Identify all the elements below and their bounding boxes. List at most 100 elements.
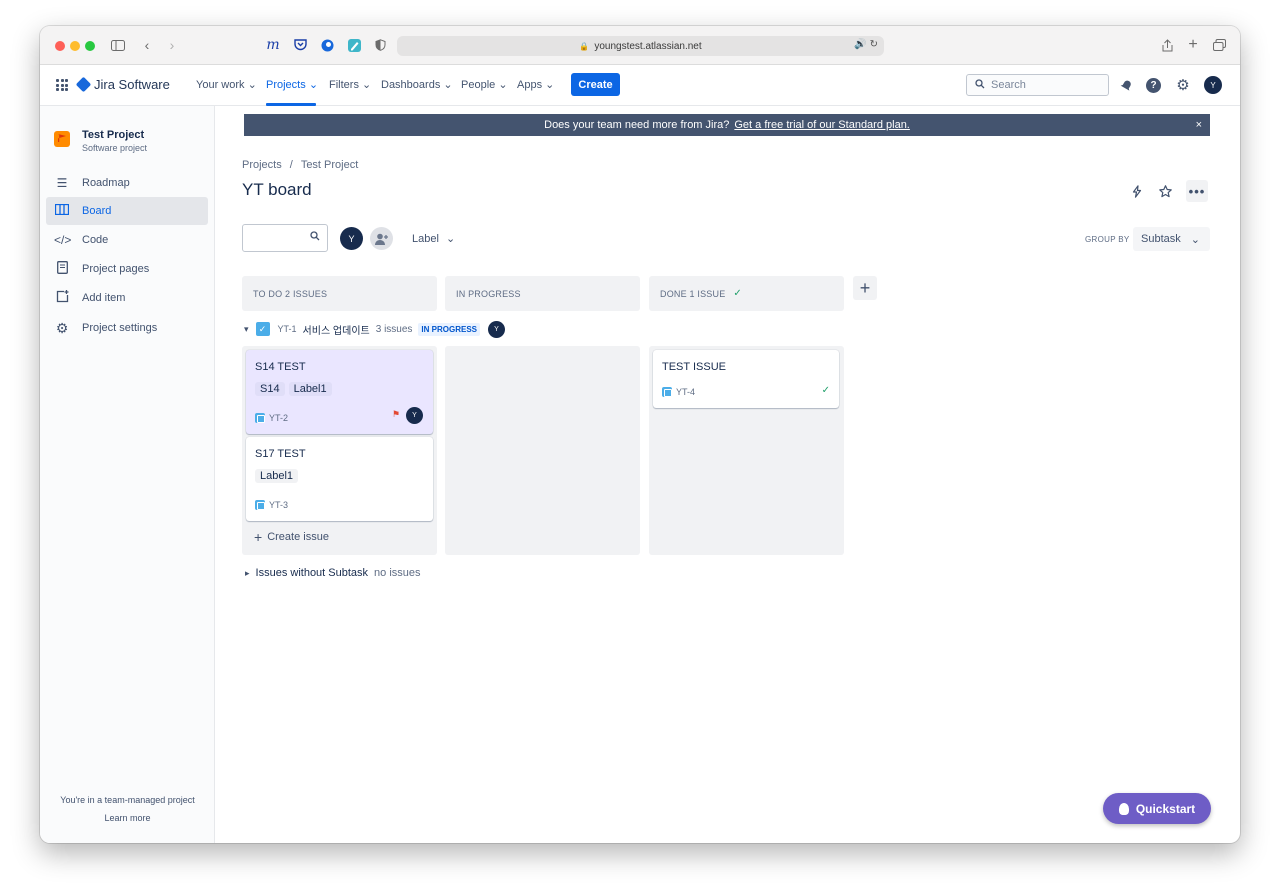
label-filter-text: Label [412, 233, 439, 245]
issue-title: S14 TEST [255, 361, 306, 373]
pocket-icon[interactable] [292, 36, 308, 54]
banner-text: Does your team need more from Jira? [544, 119, 730, 131]
nav-your-work[interactable]: Your work ⌄ [196, 78, 257, 91]
board-search-input[interactable] [242, 224, 328, 252]
assignee-filter-avatar[interactable]: Y [340, 227, 363, 250]
sidebar-item-roadmap[interactable]: ☰ Roadmap [46, 169, 208, 197]
more-actions-icon[interactable]: ••• [1186, 180, 1208, 202]
pages-icon [54, 261, 70, 277]
issue-card[interactable]: S17 TEST Label1 YT-3 [246, 437, 433, 521]
create-issue-button[interactable]: + Create issue [254, 529, 329, 545]
extension-globe-icon[interactable] [319, 36, 335, 54]
zoom-window-button[interactable] [85, 41, 95, 51]
add-people-icon[interactable] [370, 227, 393, 250]
nav-people-label: People [461, 79, 496, 91]
sidebar-item-project-settings[interactable]: ⚙ Project settings [46, 314, 208, 342]
nav-your-work-label: Your work [196, 79, 245, 91]
notifications-icon[interactable] [1117, 76, 1135, 94]
sidebar-item-code[interactable]: </> Code [46, 226, 208, 254]
swimlane-header[interactable]: ▾ ✓ YT-1 서비스 업데이트 3 issues IN PROGRESS Y [244, 320, 505, 338]
forward-icon[interactable]: › [165, 36, 179, 54]
breadcrumb: Projects / Test Project [242, 159, 358, 171]
project-sidebar: Test Project Software project ☰ Roadmap … [40, 106, 215, 843]
close-window-button[interactable] [55, 41, 65, 51]
user-avatar[interactable]: Y [1204, 76, 1222, 94]
extension-m-icon[interactable]: m [265, 36, 281, 54]
nav-people[interactable]: People ⌄ [461, 78, 508, 91]
subtask-icon [255, 500, 265, 510]
parent-issue-key[interactable]: YT-1 [278, 324, 297, 334]
share-icon[interactable] [1160, 36, 1174, 54]
add-item-icon [54, 290, 70, 306]
quickstart-button[interactable]: Quickstart [1103, 793, 1211, 824]
breadcrumb-separator: / [289, 159, 293, 171]
chevron-right-icon[interactable]: ▸ [245, 568, 250, 579]
project-name[interactable]: Test Project [82, 129, 144, 141]
privacy-shield-icon[interactable] [372, 36, 388, 54]
issue-footer: YT-4 [662, 387, 695, 397]
sidebar-item-board[interactable]: Board [46, 197, 208, 225]
issue-footer: YT-2 [255, 413, 288, 423]
minimize-window-button[interactable] [70, 41, 80, 51]
extension-edit-icon[interactable] [346, 36, 362, 54]
issue-title: S17 TEST [255, 448, 306, 460]
nav-projects[interactable]: Projects ⌄ [266, 78, 318, 91]
column-header-in-progress[interactable]: IN PROGRESS [445, 276, 640, 311]
create-button[interactable]: Create [571, 73, 620, 96]
app-switcher-icon[interactable] [56, 79, 68, 91]
nav-filters[interactable]: Filters ⌄ [329, 78, 371, 91]
column-header-todo[interactable]: TO DO 2 ISSUES [242, 276, 437, 311]
nav-dashboards[interactable]: Dashboards ⌄ [381, 78, 453, 91]
jira-logo-icon [75, 76, 92, 93]
label-filter-dropdown[interactable]: Label ⌄ [412, 232, 455, 245]
issue-label: Label1 [288, 382, 332, 396]
task-type-icon: ✓ [255, 322, 270, 336]
group-by-label: GROUP BY [1085, 235, 1130, 244]
automation-lightning-icon[interactable] [1126, 180, 1148, 202]
breadcrumb-projects[interactable]: Projects [242, 159, 282, 171]
issue-labels: S14 Label1 [255, 382, 332, 396]
browser-toolbar: ‹ › m 🔒 youngstest.atlassian.net 🔊 ↻ + [40, 26, 1240, 65]
issue-card[interactable]: S14 TEST S14 Label1 YT-2 ⚑ Y [246, 350, 433, 434]
group-by-dropdown[interactable]: Subtask ⌄ [1133, 227, 1210, 251]
status-badge: IN PROGRESS [418, 322, 480, 336]
free-trial-link[interactable]: Get a free trial of our Standard plan. [734, 119, 910, 131]
search-icon [975, 78, 985, 92]
sidebar-item-add-item[interactable]: Add item [46, 284, 208, 312]
address-bar[interactable]: 🔒 youngstest.atlassian.net 🔊 ↻ [397, 36, 884, 56]
nav-apps[interactable]: Apps ⌄ [517, 78, 554, 91]
chevron-down-icon: ⌄ [445, 233, 456, 245]
issue-key: YT-4 [676, 387, 696, 397]
star-icon[interactable] [1154, 180, 1176, 202]
global-search-input[interactable]: Search [966, 74, 1109, 96]
issue-card[interactable]: TEST ISSUE YT-4 ✓ [653, 350, 839, 408]
flag-icon: ⚑ [391, 409, 400, 419]
page-title: YT board [242, 180, 312, 199]
column-header-done[interactable]: DONE 1 ISSUE ✓ [649, 276, 844, 311]
sidebar-item-project-pages[interactable]: Project pages [46, 255, 208, 283]
settings-icon: ⚙ [55, 319, 69, 336]
quickstart-label: Quickstart [1135, 801, 1196, 816]
chevron-down-icon[interactable]: ▾ [244, 324, 249, 335]
nav-dashboards-label: Dashboards [381, 79, 441, 91]
column-title: TO DO 2 ISSUES [253, 288, 328, 299]
column-in-progress [445, 346, 640, 555]
back-icon[interactable]: ‹ [140, 36, 154, 54]
new-tab-icon[interactable]: + [1186, 36, 1200, 54]
issue-key: YT-3 [269, 500, 289, 510]
jira-logo[interactable]: Jira Software [75, 76, 170, 93]
add-column-button[interactable]: + [853, 276, 877, 300]
breadcrumb-test-project[interactable]: Test Project [301, 159, 358, 171]
settings-gear-icon[interactable]: ⚙ [1174, 76, 1192, 94]
learn-more-link[interactable]: Learn more [40, 813, 215, 823]
reload-icon[interactable]: 🔊 ↻ [854, 39, 878, 50]
help-icon[interactable]: ? [1146, 78, 1161, 93]
close-banner-icon[interactable]: × [1196, 119, 1202, 131]
search-icon [310, 231, 320, 244]
swimlane-issues-without-subtask[interactable]: ▸ Issues without Subtask no issues [245, 567, 421, 579]
active-nav-indicator [266, 103, 316, 106]
plus-icon: + [254, 529, 263, 545]
sidebar-toggle-icon[interactable] [110, 36, 126, 54]
tabs-overview-icon[interactable] [1211, 36, 1227, 54]
subtask-icon [255, 413, 265, 423]
